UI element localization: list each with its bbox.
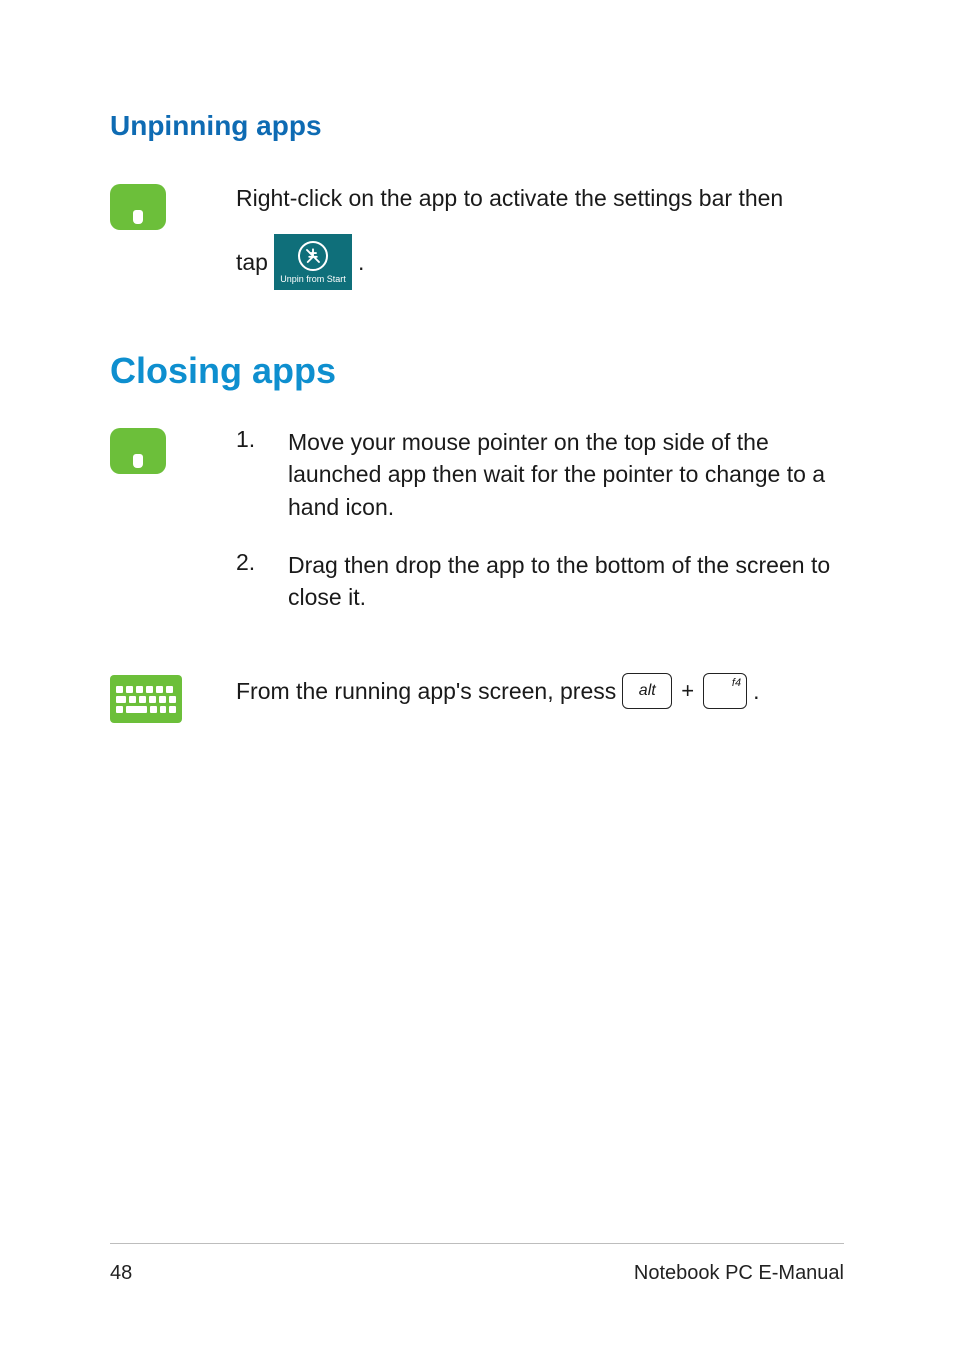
f4-key-icon: f4 (703, 673, 747, 709)
page-number: 48 (110, 1262, 132, 1285)
unpinning-instruction-tap: tap Unpin from Start . (236, 234, 364, 290)
f4-key-label: f4 (732, 676, 741, 691)
step-text: Move your mouse pointer on the top side … (288, 426, 844, 523)
step-number: 2. (236, 549, 260, 613)
tap-suffix-text: . (358, 246, 364, 278)
step-text: Drag then drop the app to the bottom of … (288, 549, 844, 613)
closing-keyboard-row: From the running app's screen, press alt… (110, 673, 844, 723)
unpinning-instruction-line1: Right-click on the app to activate the s… (236, 182, 844, 214)
keyboard-icon (110, 675, 182, 723)
heading-closing-apps: Closing apps (110, 350, 844, 392)
list-item: 2. Drag then drop the app to the bottom … (236, 549, 844, 613)
unpinning-mouse-row: Right-click on the app to activate the s… (110, 182, 844, 290)
closing-steps-list: 1. Move your mouse pointer on the top si… (236, 426, 844, 613)
mouse-icon (110, 184, 166, 230)
heading-unpinning-apps: Unpinning apps (110, 110, 844, 142)
list-item: 1. Move your mouse pointer on the top si… (236, 426, 844, 523)
tap-prefix-text: tap (236, 246, 268, 278)
mouse-icon (110, 428, 166, 474)
keyboard-suffix-text: . (753, 675, 759, 707)
doc-title: Notebook PC E-Manual (634, 1262, 844, 1285)
keyboard-instruction: From the running app's screen, press alt… (236, 673, 760, 709)
unpin-icon (298, 241, 328, 271)
keyboard-prefix-text: From the running app's screen, press (236, 675, 616, 707)
page-footer: 48 Notebook PC E-Manual (110, 1243, 844, 1285)
plus-text: + (678, 676, 697, 707)
alt-key-icon: alt (622, 673, 672, 709)
step-number: 1. (236, 426, 260, 523)
closing-mouse-row: 1. Move your mouse pointer on the top si… (110, 426, 844, 639)
unpin-from-start-tile: Unpin from Start (274, 234, 352, 290)
unpin-tile-label: Unpin from Start (280, 273, 346, 286)
